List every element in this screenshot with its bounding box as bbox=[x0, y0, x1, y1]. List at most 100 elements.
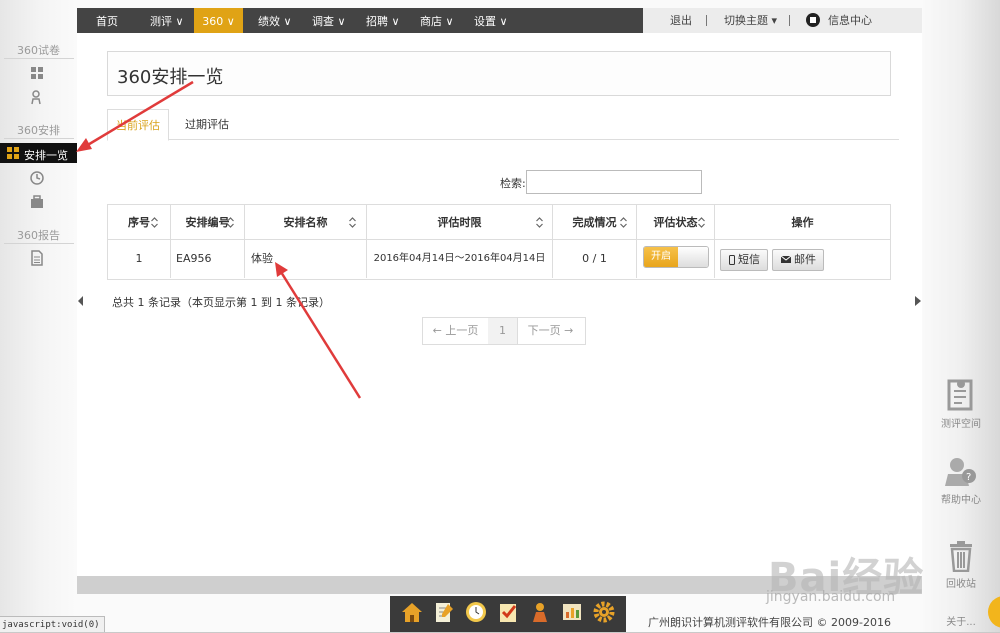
tab-current[interactable]: 当前评估 bbox=[107, 109, 169, 141]
column-header-progress[interactable]: 完成情况 bbox=[553, 205, 637, 240]
column-header-status[interactable]: 评估状态 bbox=[637, 205, 715, 240]
nav-360[interactable]: 360 ∨ bbox=[194, 8, 243, 33]
clock-icon[interactable] bbox=[464, 600, 488, 624]
cell-period: 2016年04月14日～2016年04月14日 bbox=[367, 240, 553, 278]
nav-recruit[interactable]: 招聘 ∨ bbox=[366, 8, 400, 33]
chart-icon[interactable] bbox=[560, 600, 584, 624]
separator bbox=[706, 15, 707, 26]
watermark-url: jingyan.baidu.com bbox=[766, 589, 896, 605]
switch-theme-link[interactable]: 切换主题 ▾ bbox=[724, 8, 777, 33]
next-page-button[interactable]: 下一页 → bbox=[517, 318, 584, 344]
clipboard-icon bbox=[947, 379, 973, 411]
logout-link[interactable]: 退出 bbox=[670, 8, 692, 33]
cell-actions: 短信 邮件 bbox=[715, 240, 890, 278]
cell-index: 1 bbox=[108, 240, 171, 278]
sort-icon bbox=[349, 217, 356, 228]
cell-name: 体验 bbox=[245, 240, 367, 278]
page-number[interactable]: 1 bbox=[488, 318, 518, 344]
cell-status: 开启 bbox=[637, 240, 715, 278]
email-button[interactable]: 邮件 bbox=[772, 249, 824, 271]
cell-progress: 0 / 1 bbox=[553, 240, 637, 278]
widget-label: 帮助中心 bbox=[941, 495, 981, 506]
main-content: 360安排一览 当前评估 过期评估 检索: 序号 安排编号 安排名称 评估时限 … bbox=[77, 33, 922, 576]
nav-settings[interactable]: 设置 ∨ bbox=[474, 8, 508, 33]
tab-bar: 当前评估 过期评估 bbox=[107, 109, 899, 141]
notepad-icon[interactable] bbox=[432, 600, 456, 624]
phone-icon bbox=[729, 255, 735, 265]
tab-expired[interactable]: 过期评估 bbox=[177, 109, 237, 139]
header-label: 评估时限 bbox=[437, 216, 482, 229]
column-header-actions: 操作 bbox=[715, 205, 890, 240]
divider bbox=[4, 58, 74, 59]
column-header-name[interactable]: 安排名称 bbox=[245, 205, 367, 240]
arrangement-table: 序号 安排编号 安排名称 评估时限 完成情况 评估状态 操作 1 EA956 体 bbox=[107, 204, 891, 280]
nav-performance[interactable]: 绩效 ∨ bbox=[258, 8, 292, 33]
chevron-down-icon: ∨ bbox=[223, 15, 235, 28]
header-label: 操作 bbox=[791, 216, 814, 229]
document-icon[interactable] bbox=[29, 250, 45, 266]
nav-label: 设置 bbox=[474, 15, 496, 28]
home-icon[interactable] bbox=[400, 600, 424, 624]
top-navigation: 首页 测评 ∨ 360 ∨ 绩效 ∨ 调查 ∨ 招聘 ∨ 商店 ∨ 设置 ∨ 退… bbox=[77, 8, 922, 34]
sort-icon bbox=[151, 217, 158, 228]
search-input[interactable] bbox=[526, 170, 702, 194]
nav-home[interactable]: 首页 bbox=[96, 8, 118, 33]
nav-store[interactable]: 商店 ∨ bbox=[420, 8, 454, 33]
records-info: 总共 1 条记录（本页显示第 1 到 1 条记录） bbox=[112, 296, 330, 309]
scroll-right-icon[interactable] bbox=[915, 296, 921, 306]
nav-survey[interactable]: 调查 ∨ bbox=[312, 8, 346, 33]
chevron-down-icon: ∨ bbox=[172, 15, 184, 28]
browser-status-bar: javascript:void(0) bbox=[0, 616, 105, 632]
sidebar-section-arrange: 360安排 bbox=[17, 124, 60, 137]
nav-label: 绩效 bbox=[258, 15, 280, 28]
status-toggle[interactable]: 开启 bbox=[643, 246, 709, 268]
nav-label: 360 bbox=[202, 15, 224, 28]
trash-icon bbox=[950, 541, 972, 573]
sidebar-section-reports: 360报告 bbox=[17, 229, 60, 242]
about-widget[interactable]: 关于... bbox=[938, 613, 984, 628]
grid-icon[interactable] bbox=[29, 65, 45, 81]
gear-icon[interactable] bbox=[592, 600, 616, 624]
dock bbox=[390, 596, 626, 632]
recycle-bin-widget[interactable]: 回收站 bbox=[938, 540, 984, 590]
widget-label: 测评空间 bbox=[941, 419, 981, 430]
clock-icon[interactable] bbox=[29, 170, 45, 186]
divider bbox=[4, 243, 74, 244]
pagination: ← 上一页 1 下一页 → bbox=[422, 317, 586, 345]
sms-button[interactable]: 短信 bbox=[720, 249, 768, 271]
message-icon[interactable] bbox=[806, 13, 820, 27]
divider bbox=[4, 138, 74, 139]
checklist-icon[interactable] bbox=[496, 600, 520, 624]
assessment-space-widget[interactable]: 测评空间 bbox=[938, 378, 984, 430]
corner-orb-icon[interactable] bbox=[988, 592, 1000, 632]
chevron-down-icon: ∨ bbox=[496, 15, 508, 28]
sort-icon bbox=[227, 217, 234, 228]
column-header-code[interactable]: 安排编号 bbox=[171, 205, 245, 240]
grid-icon bbox=[7, 147, 19, 159]
toggle-knob bbox=[678, 247, 708, 267]
sidebar-item-arrange-overview[interactable]: 安排一览 bbox=[0, 143, 77, 163]
nav-label: 商店 bbox=[420, 15, 442, 28]
page-title-box: 360安排一览 bbox=[107, 51, 891, 96]
email-label: 邮件 bbox=[794, 253, 816, 266]
nav-assessment[interactable]: 测评 ∨ bbox=[150, 8, 184, 33]
message-center-link[interactable]: 信息中心 bbox=[828, 8, 872, 33]
copyright: 广州朗识计算机测评软件有限公司 © 2009-2016 bbox=[648, 616, 891, 629]
user-icon[interactable] bbox=[29, 89, 45, 105]
scroll-left-icon[interactable] bbox=[78, 296, 84, 306]
help-center-widget[interactable]: ? 帮助中心 bbox=[938, 456, 984, 506]
chevron-down-icon: ∨ bbox=[280, 15, 292, 28]
widget-label: 回收站 bbox=[946, 579, 976, 590]
sort-icon bbox=[698, 217, 705, 228]
header-label: 安排名称 bbox=[283, 216, 328, 229]
cell-code: EA956 bbox=[171, 240, 245, 278]
nav-label: 调查 bbox=[312, 15, 334, 28]
briefcase-icon[interactable] bbox=[29, 194, 45, 210]
column-header-period[interactable]: 评估时限 bbox=[367, 205, 553, 240]
person-icon[interactable] bbox=[528, 600, 552, 624]
column-header-index[interactable]: 序号 bbox=[108, 205, 171, 240]
sidebar-section-exams: 360试卷 bbox=[17, 44, 60, 57]
left-sidebar: 360试卷 360安排 安排一览 360报告 bbox=[0, 0, 77, 632]
prev-page-button[interactable]: ← 上一页 bbox=[423, 318, 489, 344]
top-right-toolbar: 退出 切换主题 ▾ 信息中心 bbox=[643, 8, 922, 34]
